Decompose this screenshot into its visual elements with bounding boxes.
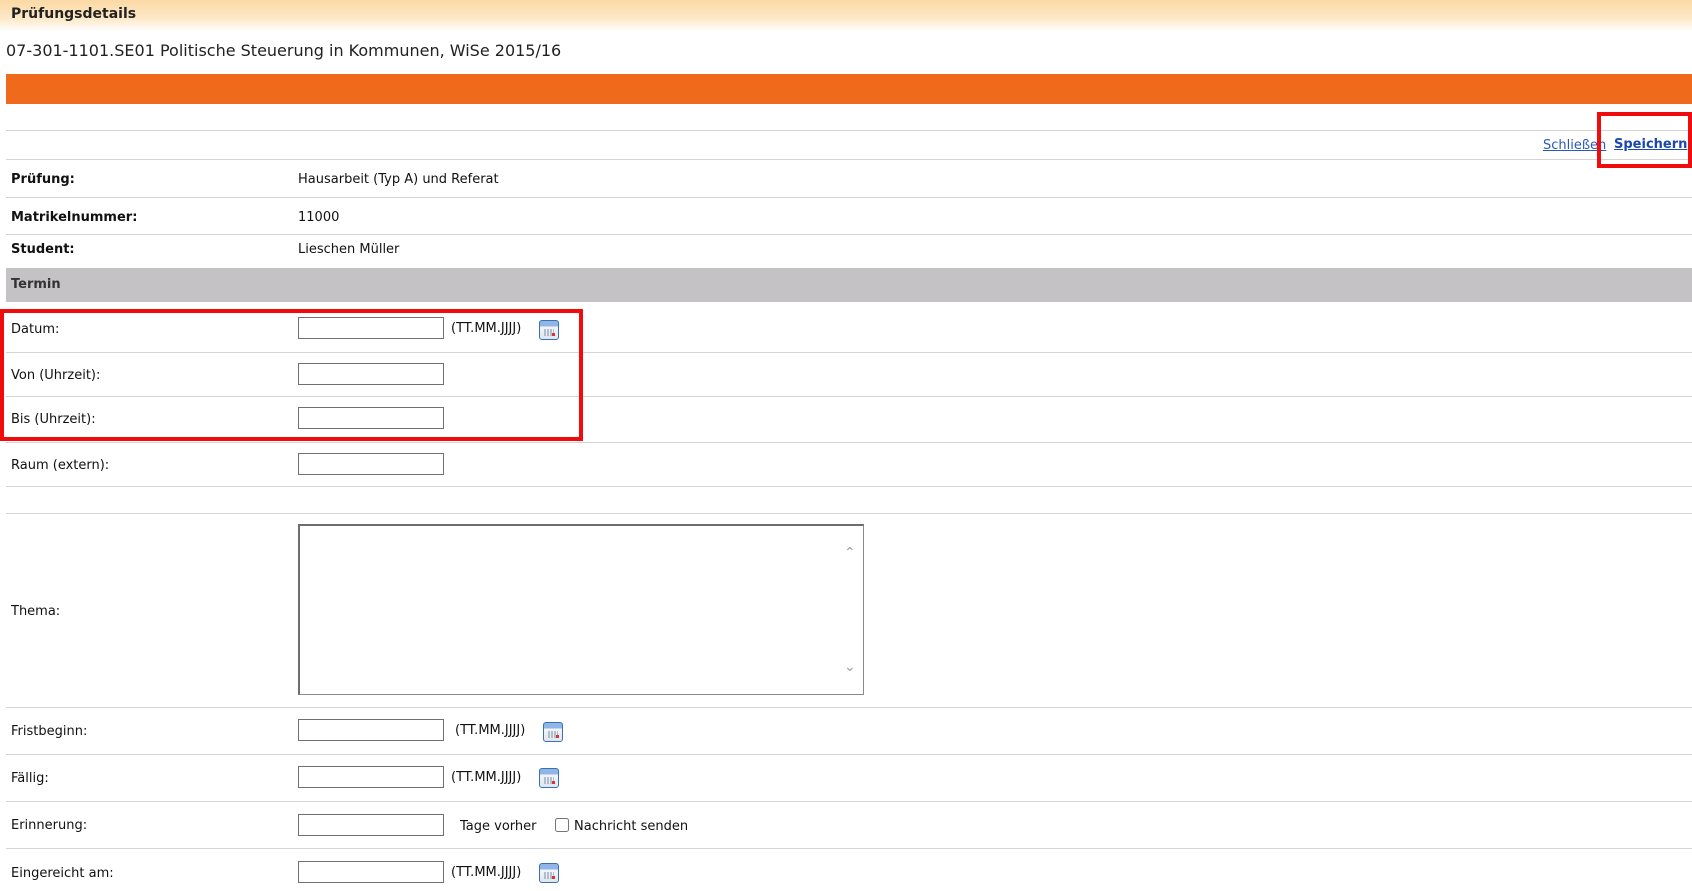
close-link[interactable]: Schließen (1543, 138, 1606, 153)
exam-value: Hausarbeit (Typ A) und Referat (298, 172, 499, 187)
divider (6, 513, 1692, 514)
calendar-icon[interactable] (539, 320, 559, 340)
calendar-icon[interactable] (539, 863, 559, 883)
datum-input[interactable] (298, 317, 444, 339)
divider (6, 197, 1692, 198)
eingereicht-format-hint: (TT.MM.JJJJ) (451, 865, 522, 880)
divider (6, 396, 1692, 397)
divider (6, 848, 1692, 849)
datum-label: Datum: (11, 322, 60, 337)
faellig-label: Fällig: (11, 771, 49, 786)
bis-time-input[interactable] (298, 407, 444, 429)
calendar-icon[interactable] (539, 768, 559, 788)
matrikel-label: Matrikelnummer: (11, 210, 138, 225)
von-label: Von (Uhrzeit): (11, 368, 101, 383)
thema-textarea[interactable] (298, 524, 864, 695)
title-bar: Prüfungsdetails (0, 0, 1692, 31)
tage-vorher-label: Tage vorher (460, 819, 537, 834)
bis-label: Bis (Uhrzeit): (11, 412, 96, 427)
eingereicht-label: Eingereicht am: (11, 866, 114, 881)
page-title: Prüfungsdetails (11, 6, 137, 22)
nachricht-senden-checkbox[interactable] (555, 818, 569, 832)
nachricht-senden-label: Nachricht senden (574, 819, 689, 834)
divider (6, 352, 1692, 353)
faellig-format-hint: (TT.MM.JJJJ) (451, 770, 522, 785)
save-link[interactable]: Speichern (1614, 137, 1687, 152)
faellig-input[interactable] (298, 766, 444, 788)
erinnerung-input[interactable] (298, 814, 444, 836)
erinnerung-label: Erinnerung: (11, 818, 88, 833)
scroll-up-icon[interactable]: ⌃ (844, 546, 856, 560)
fristbeginn-format-hint: (TT.MM.JJJJ) (455, 723, 526, 738)
student-value: Lieschen Müller (298, 242, 400, 257)
accent-bar (6, 74, 1692, 104)
divider (6, 754, 1692, 755)
calendar-icon[interactable] (543, 722, 563, 742)
thema-label: Thema: (11, 604, 61, 619)
course-subtitle: 07-301-1101.SE01 Politische Steuerung in… (6, 41, 562, 60)
fristbeginn-input[interactable] (298, 719, 444, 741)
divider (6, 707, 1692, 708)
raum-label: Raum (extern): (11, 458, 110, 473)
divider (6, 442, 1692, 443)
divider (6, 801, 1692, 802)
eingereicht-input[interactable] (298, 861, 444, 883)
exam-label: Prüfung: (11, 172, 75, 187)
divider (6, 159, 1692, 160)
datum-format-hint: (TT.MM.JJJJ) (451, 321, 522, 336)
matrikel-value: 11000 (298, 210, 340, 225)
divider (6, 130, 1692, 131)
section-termin-label: Termin (11, 277, 61, 292)
divider (6, 486, 1692, 487)
section-termin: Termin (6, 268, 1692, 302)
divider (6, 234, 1692, 235)
scroll-down-icon[interactable]: ⌄ (844, 660, 856, 674)
raum-input[interactable] (298, 453, 444, 475)
von-time-input[interactable] (298, 363, 444, 385)
fristbeginn-label: Fristbeginn: (11, 724, 88, 739)
student-label: Student: (11, 242, 75, 257)
